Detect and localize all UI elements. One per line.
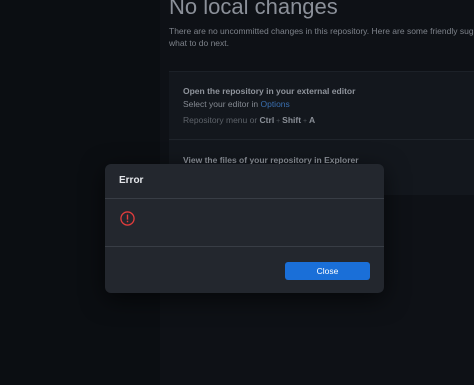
dialog-body	[105, 199, 384, 246]
open-editor-card: Open the repository in your external edi…	[169, 71, 474, 140]
dialog-title: Error	[119, 175, 144, 186]
options-link[interactable]: Options	[260, 99, 289, 109]
shortcut-key-ctrl: Ctrl	[259, 115, 275, 125]
page-title: No local changes	[169, 0, 338, 19]
card-hint-prefix: Repository menu or	[183, 115, 260, 125]
error-dialog: Error Close	[105, 164, 384, 293]
dialog-footer: Close	[105, 246, 384, 293]
shortcut-key-shift: Shift	[282, 115, 302, 125]
card-title: Open the repository in your external edi…	[183, 86, 356, 96]
dialog-header: Error	[105, 164, 384, 199]
shortcut-key-a: A	[309, 115, 316, 125]
card-hint: Repository menu or Ctrl + Shift + A	[183, 115, 316, 125]
card-text-prefix: Select your editor in	[183, 99, 261, 109]
page-description: There are no uncommitted changes in this…	[169, 26, 474, 48]
error-circle-icon	[120, 211, 135, 226]
close-button[interactable]: Close	[285, 262, 370, 280]
app-window: No local changes There are no uncommitte…	[0, 0, 474, 385]
card-text: Select your editor in Options	[183, 99, 290, 109]
